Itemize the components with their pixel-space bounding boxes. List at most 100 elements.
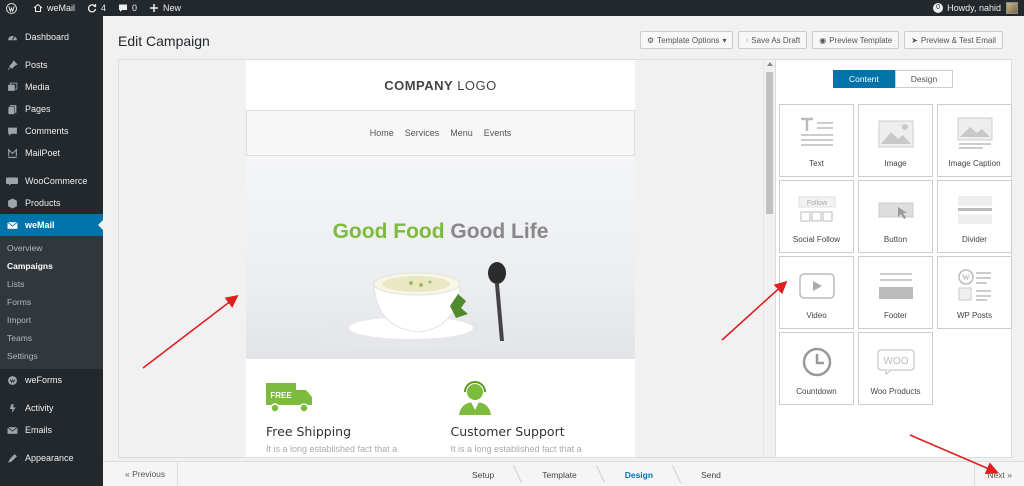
step-design[interactable]: Design (601, 462, 677, 486)
nav-link-menu[interactable]: Menu (450, 128, 473, 138)
appearance-icon (6, 452, 18, 464)
sidebar-item-label: MailPoet (25, 148, 61, 158)
submenu-settings[interactable]: Settings (0, 347, 103, 365)
plus-icon (150, 4, 159, 12)
sidebar-item-label: Pages (25, 104, 51, 114)
button-icon (878, 192, 914, 228)
mailpoet-icon (6, 147, 18, 159)
block-wp-posts[interactable]: W WP Posts (937, 256, 1012, 329)
email-template[interactable]: COMPANY LOGO Home Services Menu Events G… (246, 60, 635, 457)
block-countdown[interactable]: Countdown (779, 332, 854, 405)
wizard-steps: Setup Template Design Send (448, 462, 745, 486)
mail-icon (6, 219, 18, 231)
sidebar-item-emails[interactable]: Emails (0, 419, 103, 441)
logo-text: LOGO (457, 77, 497, 93)
site-name-link[interactable]: weMail (27, 0, 81, 16)
block-button[interactable]: Button (858, 180, 933, 253)
company-logo[interactable]: COMPANY LOGO (246, 60, 635, 110)
block-woo-products[interactable]: WOO Woo Products (858, 332, 933, 405)
sidebar-item-posts[interactable]: Posts (0, 54, 103, 76)
next-button[interactable]: Next » (974, 462, 1024, 486)
submenu-overview[interactable]: Overview (0, 239, 103, 257)
block-social-follow[interactable]: Follow Social Follow (779, 180, 854, 253)
submenu-lists[interactable]: Lists (0, 275, 103, 293)
comment-bubble-icon (119, 4, 128, 12)
sidebar-item-mailpoet[interactable]: MailPoet (0, 142, 103, 164)
feature-free-shipping[interactable]: FREE Free Shipping It is a long establis… (266, 381, 451, 454)
preview-test-email-button[interactable]: ➤ Preview & Test Email (904, 31, 1003, 49)
updates-count: 4 (101, 3, 107, 13)
account-menu[interactable]: 0 Howdy, nahid (927, 0, 1024, 16)
step-template[interactable]: Template (518, 462, 601, 486)
step-send[interactable]: Send (677, 462, 745, 486)
save-draft-button[interactable]: ▫ Save As Draft (738, 31, 808, 49)
notification-count: 0 (933, 3, 944, 13)
submenu-import[interactable]: Import (0, 311, 103, 329)
preview-template-button[interactable]: ◉ Preview Template (812, 31, 900, 49)
new-content-link[interactable]: New (143, 0, 187, 16)
panel-tabs: Content Design (833, 70, 954, 88)
block-label: Button (883, 235, 908, 244)
updates-link[interactable]: 4 (81, 0, 112, 16)
sidebar-item-dashboard[interactable]: Dashboard (0, 26, 103, 48)
nav-link-services[interactable]: Services (405, 128, 440, 138)
submenu-forms[interactable]: Forms (0, 293, 103, 311)
submenu-teams[interactable]: Teams (0, 329, 103, 347)
sidebar-item-wemail[interactable]: weMail (0, 214, 103, 236)
sidebar-item-label: Products (25, 198, 61, 208)
comments-link[interactable]: 0 (112, 0, 143, 16)
sidebar-item-products[interactable]: Products (0, 192, 103, 214)
step-setup[interactable]: Setup (448, 462, 518, 486)
sidebar-item-weforms[interactable]: weForms (0, 369, 103, 391)
sidebar-item-label: Appearance (25, 453, 74, 463)
divider-icon (957, 192, 993, 228)
sidebar-item-appearance[interactable]: Appearance (0, 447, 103, 469)
tab-design[interactable]: Design (894, 70, 954, 88)
block-image[interactable]: Image (858, 104, 933, 177)
sidebar-item-activity[interactable]: Activity (0, 397, 103, 419)
wordpress-logo[interactable] (0, 0, 27, 16)
block-video[interactable]: Video (779, 256, 854, 329)
sidebar-item-pages[interactable]: Pages (0, 98, 103, 120)
dashboard-icon (6, 31, 18, 43)
scroll-up-arrow-icon[interactable] (767, 62, 773, 66)
sidebar-item-woocommerce[interactable]: WooCommerce (0, 170, 103, 192)
email-nav[interactable]: Home Services Menu Events (246, 110, 635, 156)
feature-customer-support[interactable]: Customer Support It is a long establishe… (451, 381, 636, 454)
tab-content[interactable]: Content (833, 70, 895, 88)
pin-icon (6, 59, 18, 71)
campaign-editor: COMPANY LOGO Home Services Menu Events G… (118, 59, 1012, 458)
feature-description: It is a long established fact that a (450, 444, 582, 454)
greeting: Howdy, nahid (947, 3, 1001, 13)
pages-icon (6, 103, 18, 115)
save-draft-label: Save As Draft (751, 35, 801, 45)
template-options-button[interactable]: ⚙ Template Options ▾ (640, 31, 734, 49)
products-icon (6, 197, 18, 209)
block-label: Image Caption (948, 159, 1001, 168)
block-footer[interactable]: Footer (858, 256, 933, 329)
email-icon (6, 424, 18, 436)
canvas-scrollbar[interactable] (763, 60, 775, 457)
scroll-thumb[interactable] (766, 72, 773, 214)
comments-icon (6, 125, 18, 137)
sidebar-item-media[interactable]: Media (0, 76, 103, 98)
svg-text:W: W (962, 273, 970, 282)
block-text[interactable]: Text (779, 104, 854, 177)
nav-link-events[interactable]: Events (484, 128, 512, 138)
nav-link-home[interactable]: Home (370, 128, 394, 138)
follow-text: Follow (806, 200, 827, 207)
sidebar-item-comments[interactable]: Comments (0, 120, 103, 142)
hero-banner[interactable]: Good Food Good Life (246, 156, 635, 359)
sidebar-item-label: Emails (25, 425, 53, 435)
block-divider[interactable]: Divider (937, 180, 1012, 253)
caret-down-icon: ▾ (722, 35, 727, 45)
logo-bold-text: COMPANY (384, 77, 454, 93)
sidebar-item-label: weMail (25, 220, 55, 230)
block-image-caption[interactable]: Image Caption (937, 104, 1012, 177)
submenu-campaigns[interactable]: Campaigns (0, 257, 103, 275)
wordpress-icon (6, 2, 17, 14)
svg-text:WOO: WOO (883, 356, 908, 367)
comments-count: 0 (132, 3, 138, 13)
previous-button[interactable]: « Previous (103, 461, 179, 486)
content-panel: Content Design Text Image Image Caption … (775, 60, 1012, 457)
